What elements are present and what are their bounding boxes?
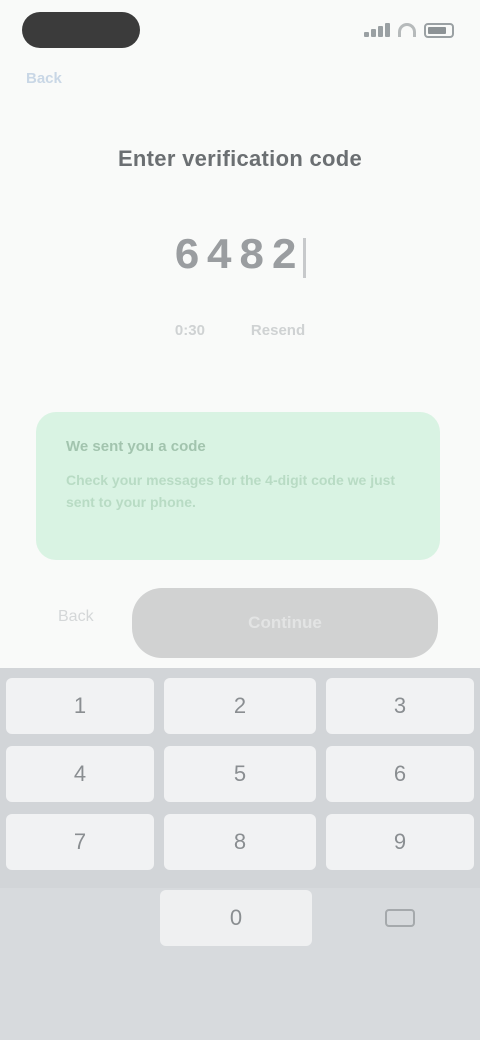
signal-icon [364, 23, 390, 37]
info-banner: We sent you a code Check your messages f… [36, 412, 440, 560]
backspace-icon [385, 909, 415, 927]
info-banner-text: Check your messages for the 4-digit code… [66, 472, 396, 510]
key-8[interactable]: 8 [164, 814, 316, 870]
status-bar [0, 0, 480, 64]
text-caret [303, 238, 307, 278]
code-digit: 6 [173, 232, 201, 282]
code-digit: 4 [206, 232, 233, 282]
resend-link[interactable]: Resend [251, 322, 305, 339]
numeric-keyboard: 1 2 3 4 5 6 7 8 9 0 [0, 668, 480, 1040]
code-digit: 2 [270, 232, 298, 282]
resend-timer: 0:30 [174, 322, 205, 339]
code-input[interactable]: 6 4 8 2 [0, 232, 480, 282]
key-0[interactable]: 0 [160, 890, 312, 946]
key-3[interactable]: 3 [326, 678, 474, 734]
back-button[interactable]: Back [58, 608, 94, 626]
key-1[interactable]: 1 [6, 678, 154, 734]
key-4[interactable]: 4 [6, 746, 154, 802]
key-9[interactable]: 9 [326, 814, 474, 870]
code-digit: 8 [238, 232, 265, 282]
status-icons [364, 20, 454, 40]
back-link[interactable]: Back [26, 70, 62, 87]
key-5[interactable]: 5 [164, 746, 316, 802]
dynamic-island [22, 12, 140, 48]
key-6[interactable]: 6 [326, 746, 474, 802]
key-2[interactable]: 2 [164, 678, 316, 734]
page-title: Enter verification code [117, 146, 363, 171]
resend-row: 0:30 Resend [0, 322, 480, 339]
backspace-key[interactable] [378, 906, 422, 930]
key-7[interactable]: 7 [6, 814, 154, 870]
battery-icon [424, 22, 454, 38]
continue-button[interactable]: Continue [132, 588, 438, 658]
info-banner-title: We sent you a code [66, 438, 206, 455]
wifi-icon [398, 23, 416, 37]
keypad-grid: 1 2 3 4 5 6 7 8 9 [0, 668, 480, 888]
